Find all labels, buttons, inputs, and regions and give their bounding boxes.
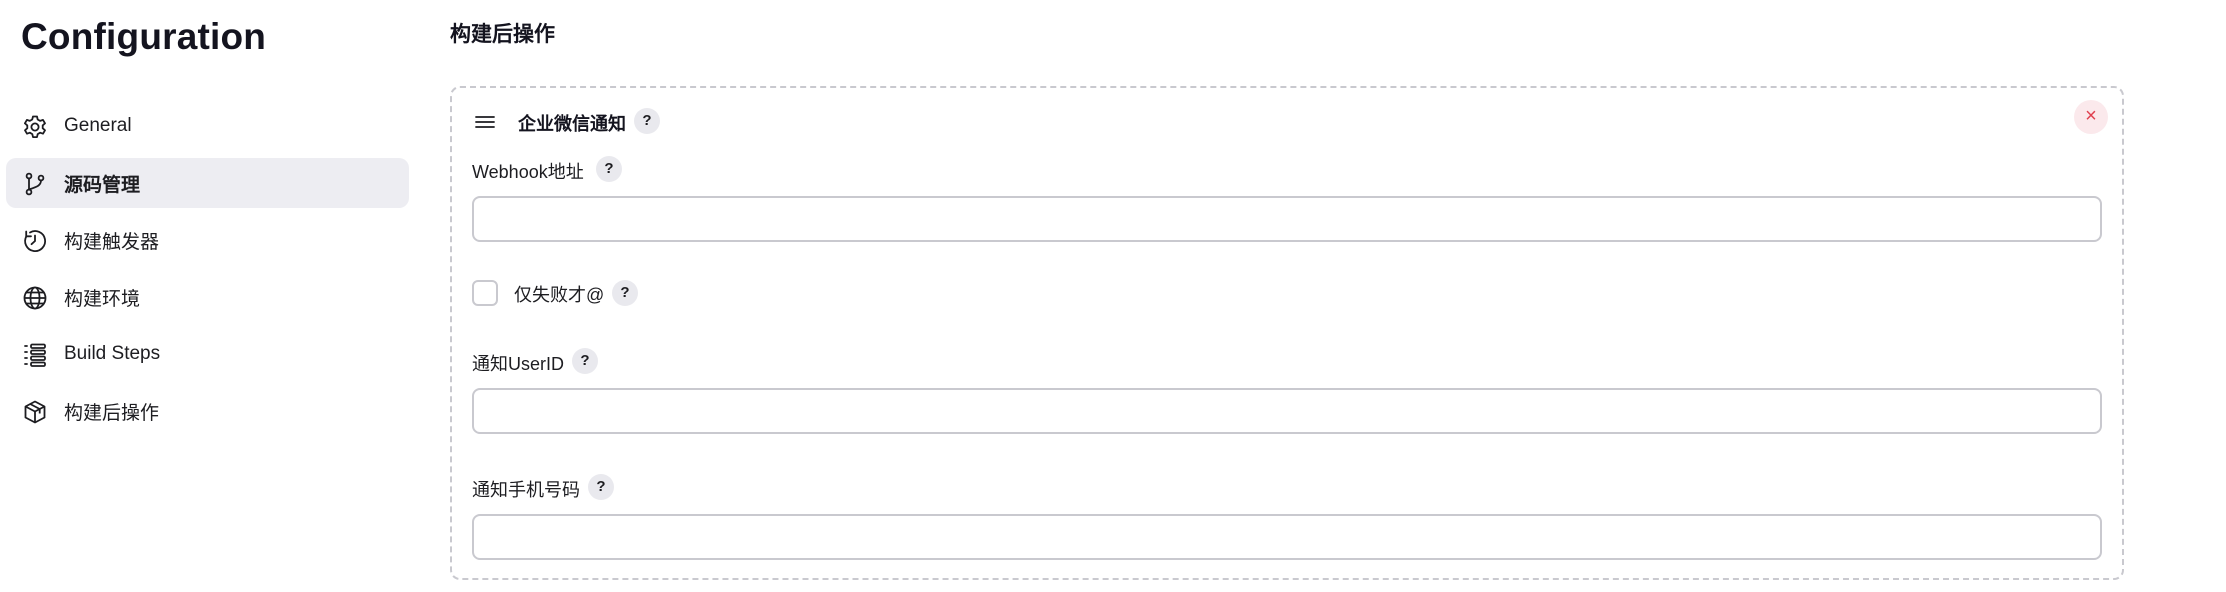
package-icon bbox=[22, 399, 48, 425]
drag-handle-icon[interactable] bbox=[474, 114, 496, 130]
sidebar-item-label: Build Steps bbox=[64, 343, 161, 364]
sidebar-item-build-steps[interactable]: Build Steps bbox=[6, 329, 409, 379]
sidebar-item-label: 构建触发器 bbox=[64, 231, 160, 253]
clock-icon bbox=[22, 228, 48, 254]
sidebar-item-build-triggers[interactable]: 构建触发器 bbox=[6, 215, 409, 265]
globe-icon bbox=[22, 285, 48, 311]
phone-label: 通知手机号码 bbox=[472, 480, 580, 500]
configuration-page: Configuration General 源码管理 构建触发器 构建环境 Bu… bbox=[0, 0, 2226, 592]
sidebar-item-label: 源码管理 bbox=[64, 174, 141, 196]
section-title: 构建后操作 bbox=[450, 23, 555, 46]
only-failure-label[interactable]: 仅失败才@ bbox=[514, 281, 604, 307]
card-help-button[interactable]: ? bbox=[634, 108, 660, 134]
sidebar-item-label: 构建环境 bbox=[64, 288, 141, 310]
sidebar-item-label: General bbox=[64, 115, 132, 136]
webhook-label: Webhook地址 bbox=[472, 162, 584, 182]
sidebar-item-build-environment[interactable]: 构建环境 bbox=[6, 272, 409, 322]
list-icon bbox=[22, 342, 48, 368]
sidebar-item-general[interactable]: General bbox=[6, 101, 409, 151]
phone-input[interactable] bbox=[472, 514, 2102, 560]
sidebar-item-post-build[interactable]: 构建后操作 bbox=[6, 386, 409, 436]
page-title: Configuration bbox=[21, 16, 267, 57]
webhook-input[interactable] bbox=[472, 196, 2102, 242]
user-id-help-button[interactable]: ? bbox=[572, 348, 598, 374]
branch-icon bbox=[22, 171, 48, 197]
phone-help-button[interactable]: ? bbox=[588, 474, 614, 500]
sidebar-nav: General 源码管理 构建触发器 构建环境 Build Steps 构建后操… bbox=[6, 101, 409, 443]
sidebar-item-label: 构建后操作 bbox=[64, 402, 160, 424]
user-id-input[interactable] bbox=[472, 388, 2102, 434]
card-title: 企业微信通知 bbox=[518, 114, 626, 134]
only-failure-help-button[interactable]: ? bbox=[612, 280, 638, 306]
user-id-label: 通知UserID bbox=[472, 354, 565, 374]
sidebar-item-source-control[interactable]: 源码管理 bbox=[6, 158, 409, 208]
only-failure-checkbox[interactable] bbox=[472, 280, 498, 306]
sidebar: Configuration General 源码管理 构建触发器 构建环境 Bu… bbox=[0, 0, 420, 592]
wechat-notification-card: 企业微信通知 ? × Webhook地址 ? 仅失败才@ ? 通知UserID … bbox=[450, 86, 2124, 580]
delete-step-button[interactable]: × bbox=[2074, 100, 2108, 134]
webhook-help-button[interactable]: ? bbox=[596, 156, 622, 182]
gear-icon bbox=[22, 114, 48, 140]
